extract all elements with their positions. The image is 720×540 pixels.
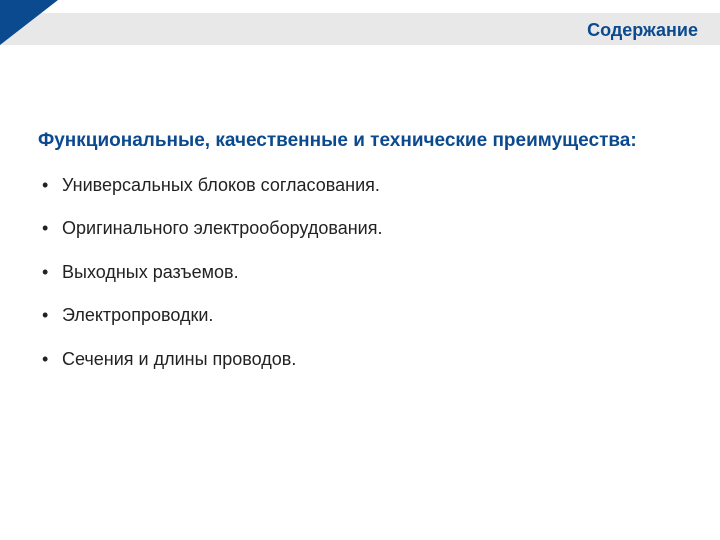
bullet-list: Универсальных блоков согласования. Ориги… — [38, 174, 690, 371]
list-item: Электропроводки. — [42, 304, 690, 327]
corner-decoration — [0, 0, 58, 45]
list-item: Выходных разъемов. — [42, 261, 690, 284]
list-item: Универсальных блоков согласования. — [42, 174, 690, 197]
page-title: Содержание — [587, 20, 698, 41]
list-item: Сечения и длины проводов. — [42, 348, 690, 371]
list-item: Оригинального электрооборудования. — [42, 217, 690, 240]
main-content: Функциональные, качественные и техническ… — [38, 130, 690, 391]
section-heading: Функциональные, качественные и техническ… — [38, 130, 690, 152]
